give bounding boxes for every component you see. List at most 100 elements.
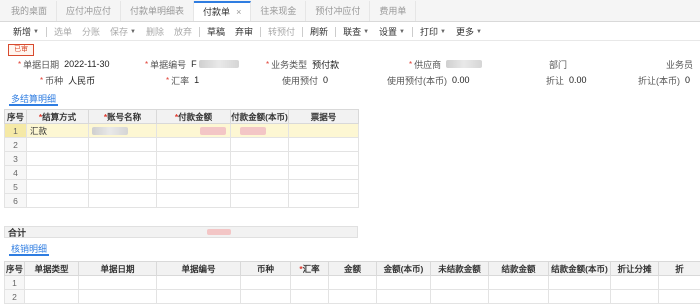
tab-4[interactable]: 往来现金 bbox=[251, 1, 307, 21]
table-cell[interactable] bbox=[288, 137, 359, 152]
table-cell[interactable] bbox=[430, 275, 489, 290]
table-cell[interactable] bbox=[230, 165, 289, 180]
dept-field[interactable]: 部门 bbox=[549, 58, 567, 70]
table-cell[interactable] bbox=[156, 275, 241, 290]
use-prepay-base-field[interactable]: 使用预付(本币) 0.00 bbox=[387, 74, 470, 86]
table-cell[interactable] bbox=[288, 151, 359, 166]
tab-0[interactable]: 我的桌面 bbox=[2, 1, 58, 21]
table-cell[interactable] bbox=[156, 179, 231, 194]
tab-3[interactable]: 付款单 × bbox=[194, 1, 252, 21]
table-cell[interactable] bbox=[156, 123, 231, 138]
toolbar-button-6[interactable]: 草稿 bbox=[202, 24, 230, 40]
table-row[interactable]: 6 bbox=[4, 193, 359, 208]
toolbar-button-10[interactable]: 联查 ▼ bbox=[338, 24, 374, 40]
table-row[interactable]: 1 bbox=[4, 275, 700, 290]
table-row[interactable]: 2 bbox=[4, 137, 359, 152]
toolbar-button-5[interactable]: 放弃 bbox=[169, 24, 197, 40]
table-cell[interactable] bbox=[658, 289, 700, 304]
discount-base-field[interactable]: 折让(本币) 0 bbox=[638, 74, 690, 86]
table-cell[interactable] bbox=[230, 137, 289, 152]
table-cell[interactable] bbox=[88, 137, 157, 152]
table-cell[interactable] bbox=[156, 137, 231, 152]
table-cell[interactable] bbox=[328, 275, 377, 290]
table-cell[interactable] bbox=[156, 289, 241, 304]
salesman-field[interactable]: 业务员 bbox=[666, 58, 693, 70]
table-cell[interactable] bbox=[610, 275, 659, 290]
table-cell[interactable] bbox=[24, 289, 79, 304]
supplier-field[interactable]: * 供应商 bbox=[409, 58, 483, 70]
doc-date-field[interactable]: * 单据日期 2022-11-30 bbox=[18, 58, 110, 70]
table-cell[interactable] bbox=[488, 275, 549, 290]
toolbar-button-9[interactable]: 刷新 bbox=[305, 24, 333, 40]
toolbar-button-label: 删除 bbox=[145, 27, 164, 37]
tab-6[interactable]: 费用单 bbox=[370, 1, 417, 21]
tab-2[interactable]: 付款单明细表 bbox=[121, 1, 195, 21]
table-cell[interactable] bbox=[88, 165, 157, 180]
table-cell[interactable] bbox=[328, 289, 377, 304]
table-cell[interactable] bbox=[376, 289, 431, 304]
table-cell[interactable] bbox=[548, 289, 611, 304]
table-cell[interactable] bbox=[26, 151, 89, 166]
table-cell[interactable] bbox=[230, 179, 289, 194]
table-row[interactable]: 3 bbox=[4, 151, 359, 166]
table-cell[interactable] bbox=[488, 289, 549, 304]
table-cell[interactable] bbox=[288, 179, 359, 194]
close-icon[interactable]: × bbox=[236, 7, 241, 17]
table-cell[interactable] bbox=[290, 289, 329, 304]
table-cell[interactable] bbox=[88, 193, 157, 208]
toolbar-button-1[interactable]: 选单 bbox=[49, 24, 77, 40]
table-row[interactable]: 2 bbox=[4, 289, 700, 304]
table-cell[interactable] bbox=[230, 123, 289, 138]
table-row[interactable]: 5 bbox=[4, 179, 359, 194]
table-cell[interactable] bbox=[430, 289, 489, 304]
table-cell[interactable] bbox=[88, 123, 157, 138]
table-cell[interactable] bbox=[240, 275, 291, 290]
table-cell[interactable] bbox=[78, 275, 157, 290]
table-cell[interactable] bbox=[78, 289, 157, 304]
table-row[interactable]: 4 bbox=[4, 165, 359, 180]
discount-field[interactable]: 折让 0.00 bbox=[546, 74, 587, 86]
table-cell[interactable] bbox=[156, 151, 231, 166]
tab-1[interactable]: 应付冲应付 bbox=[57, 1, 122, 21]
toolbar-button-4[interactable]: 删除 bbox=[141, 24, 169, 40]
toolbar-button-3[interactable]: 保存 ▼ bbox=[105, 24, 141, 40]
doc-no-field[interactable]: * 单据编号 F bbox=[145, 58, 239, 70]
table-cell[interactable] bbox=[376, 275, 431, 290]
toolbar-button-0[interactable]: 新增 ▼ bbox=[8, 24, 44, 40]
table-cell[interactable] bbox=[156, 193, 231, 208]
table-cell[interactable] bbox=[288, 165, 359, 180]
biz-type-field[interactable]: * 业务类型 预付款 bbox=[266, 58, 339, 70]
rate-field[interactable]: * 汇率 1 bbox=[166, 74, 199, 86]
table-cell[interactable] bbox=[26, 137, 89, 152]
use-prepay-field[interactable]: 使用预付 0 bbox=[282, 74, 328, 86]
column-header-label: 序号 bbox=[6, 111, 24, 122]
toolbar-button-11[interactable]: 设置 ▼ bbox=[374, 24, 410, 40]
table-cell[interactable] bbox=[26, 193, 89, 208]
table-cell[interactable] bbox=[88, 179, 157, 194]
toolbar-button-12[interactable]: 打印 ▼ bbox=[415, 24, 451, 40]
tab-settlement-detail[interactable]: 多结算明细 bbox=[9, 92, 59, 106]
table-cell[interactable] bbox=[230, 193, 289, 208]
table-cell[interactable] bbox=[548, 275, 611, 290]
tab-5[interactable]: 预付冲应付 bbox=[306, 1, 371, 21]
toolbar-button-7[interactable]: 弃审 bbox=[230, 24, 258, 40]
toolbar-button-2[interactable]: 分账 bbox=[77, 24, 105, 40]
table-cell[interactable] bbox=[24, 275, 79, 290]
table-cell[interactable] bbox=[88, 151, 157, 166]
toolbar-button-8[interactable]: 转预付 bbox=[263, 24, 300, 40]
table-cell[interactable] bbox=[290, 275, 329, 290]
table-cell[interactable] bbox=[288, 123, 359, 138]
toolbar-button-13[interactable]: 更多 ▼ bbox=[451, 24, 487, 40]
table-cell[interactable] bbox=[658, 275, 700, 290]
table-cell[interactable] bbox=[26, 165, 89, 180]
table-cell[interactable] bbox=[26, 179, 89, 194]
table-row[interactable]: 1 汇款 bbox=[4, 123, 359, 138]
table-cell[interactable] bbox=[156, 165, 231, 180]
currency-field[interactable]: * 币种 人民币 bbox=[40, 74, 95, 86]
table-cell[interactable] bbox=[610, 289, 659, 304]
tab-writeoff-detail[interactable]: 核销明细 bbox=[9, 242, 50, 256]
table-cell[interactable]: 汇款 bbox=[26, 123, 89, 138]
table-cell[interactable] bbox=[288, 193, 359, 208]
table-cell[interactable] bbox=[240, 289, 291, 304]
table-cell[interactable] bbox=[230, 151, 289, 166]
